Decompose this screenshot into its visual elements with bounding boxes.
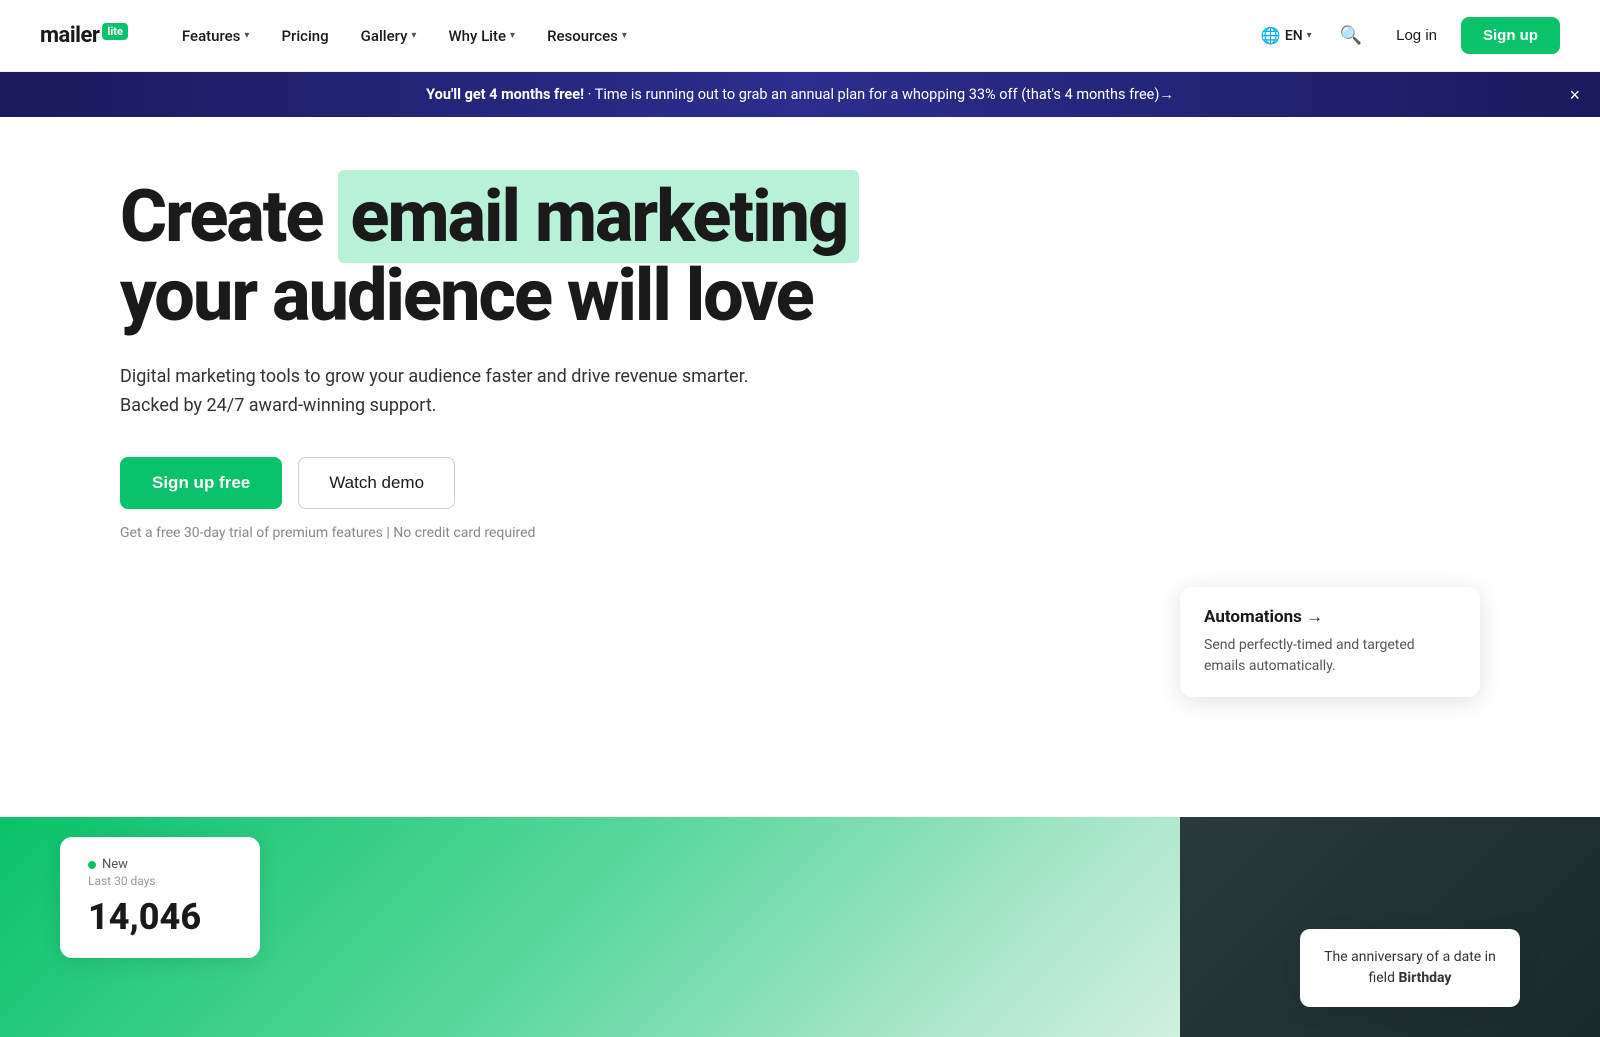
green-background: New Last 30 days 14,046 xyxy=(0,817,1180,1037)
hero-watch-demo-button[interactable]: Watch demo xyxy=(298,457,455,509)
nav-item-pricing[interactable]: Pricing xyxy=(267,19,342,53)
automations-title: Automations → xyxy=(1204,607,1456,627)
chevron-down-icon: ▾ xyxy=(1307,30,1312,41)
chevron-down-icon: ▾ xyxy=(622,30,627,41)
nav-item-resources[interactable]: Resources ▾ xyxy=(533,19,641,53)
chevron-down-icon: ▾ xyxy=(510,30,515,41)
status-dot xyxy=(88,861,96,869)
chevron-down-icon: ▾ xyxy=(244,30,249,41)
nav-item-why-lite[interactable]: Why Lite ▾ xyxy=(434,19,529,53)
stats-label: New xyxy=(88,857,232,872)
automations-description: Send perfectly-timed and targeted emails… xyxy=(1204,635,1456,677)
nav-item-features[interactable]: Features ▾ xyxy=(168,19,264,53)
promo-banner: You'll get 4 months free! · Time is runn… xyxy=(0,72,1600,117)
nav-item-gallery[interactable]: Gallery ▾ xyxy=(347,19,431,53)
stats-card: New Last 30 days 14,046 xyxy=(60,837,260,958)
language-selector[interactable]: 🌐 EN ▾ xyxy=(1251,18,1322,53)
stats-number: 14,046 xyxy=(88,896,232,938)
search-icon: 🔍 xyxy=(1340,25,1362,46)
hero-note: Get a free 30-day trial of premium featu… xyxy=(120,525,1480,541)
dark-background: The anniversary of a date in field Birth… xyxy=(1180,817,1600,1037)
banner-close-button[interactable]: × xyxy=(1569,86,1580,104)
hero-headline: Create email marketing your audience wil… xyxy=(120,177,900,335)
navbar: mailerlite Features ▾ Pricing Gallery ▾ … xyxy=(0,0,1600,72)
chevron-down-icon: ▾ xyxy=(411,30,416,41)
hero-subtext: Digital marketing tools to grow your aud… xyxy=(120,363,800,421)
logo-badge: lite xyxy=(102,23,128,40)
hero-highlight: email marketing xyxy=(338,170,859,263)
stats-sublabel: Last 30 days xyxy=(88,874,232,888)
globe-icon: 🌐 xyxy=(1261,26,1281,45)
nav-links: Features ▾ Pricing Gallery ▾ Why Lite ▾ … xyxy=(168,19,1251,53)
signup-button[interactable]: Sign up xyxy=(1461,17,1560,54)
logo[interactable]: mailerlite xyxy=(40,23,128,48)
birthday-tooltip: The anniversary of a date in field Birth… xyxy=(1300,929,1520,1007)
automations-card: Automations → Send perfectly-timed and t… xyxy=(1180,587,1480,697)
hero-cta-group: Sign up free Watch demo xyxy=(120,457,1480,509)
login-button[interactable]: Log in xyxy=(1380,19,1453,52)
hero-signup-free-button[interactable]: Sign up free xyxy=(120,457,282,509)
search-button[interactable]: 🔍 xyxy=(1330,17,1372,54)
bottom-section: New Last 30 days 14,046 The anniversary … xyxy=(0,817,1600,1037)
logo-text: mailer xyxy=(40,23,99,48)
nav-actions: 🌐 EN ▾ 🔍 Log in Sign up xyxy=(1251,17,1560,54)
banner-text: You'll get 4 months free! · Time is runn… xyxy=(426,86,1174,103)
hero-section: Create email marketing your audience wil… xyxy=(0,117,1600,777)
birthday-tooltip-text: The anniversary of a date in field Birth… xyxy=(1322,947,1498,989)
